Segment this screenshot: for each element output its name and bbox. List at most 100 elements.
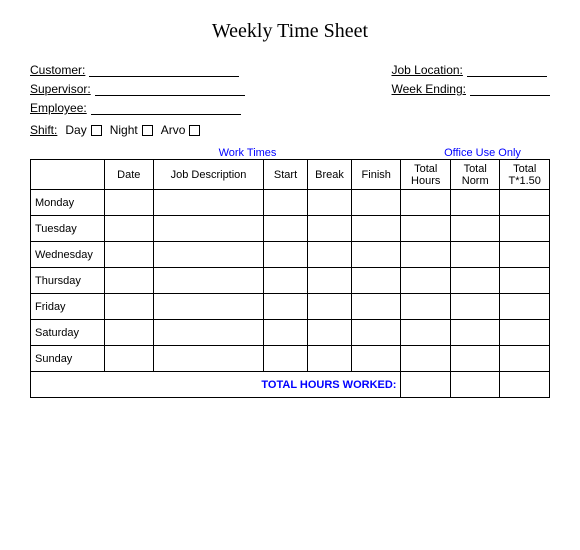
data-cell[interactable]	[351, 320, 400, 346]
data-cell[interactable]	[500, 320, 550, 346]
data-cell[interactable]	[104, 190, 153, 216]
total-value-cell[interactable]	[450, 372, 499, 398]
data-cell[interactable]	[450, 294, 499, 320]
total-value-cell[interactable]	[401, 372, 450, 398]
data-cell[interactable]	[264, 268, 308, 294]
data-cell[interactable]	[104, 242, 153, 268]
data-cell[interactable]	[401, 216, 450, 242]
data-cell[interactable]	[500, 294, 550, 320]
data-cell[interactable]	[500, 190, 550, 216]
shift-arvo-label: Arvo	[161, 123, 186, 137]
customer-row: Customer:	[30, 63, 245, 77]
data-cell[interactable]	[351, 268, 400, 294]
employee-row: Employee:	[30, 101, 245, 115]
day-cell-monday: Monday	[31, 190, 105, 216]
data-cell[interactable]	[104, 346, 153, 372]
data-cell[interactable]	[264, 294, 308, 320]
data-cell[interactable]	[401, 190, 450, 216]
data-cell[interactable]	[450, 242, 499, 268]
data-cell[interactable]	[264, 190, 308, 216]
data-cell[interactable]	[308, 242, 352, 268]
data-cell[interactable]	[308, 216, 352, 242]
data-cell[interactable]	[450, 216, 499, 242]
data-cell[interactable]	[154, 216, 264, 242]
job-location-label: Job Location:	[392, 63, 463, 77]
total-row: TOTAL HOURS WORKED:	[31, 372, 550, 398]
data-cell[interactable]	[154, 268, 264, 294]
shift-row: Shift: Day Night Arvo	[30, 123, 245, 137]
shift-arvo-checkbox[interactable]	[189, 125, 200, 136]
data-cell[interactable]	[351, 346, 400, 372]
data-cell[interactable]	[308, 190, 352, 216]
shift-day-checkbox[interactable]	[91, 125, 102, 136]
table-row: Wednesday	[31, 242, 550, 268]
week-ending-row: Week Ending:	[392, 82, 551, 96]
col-finish: Finish	[351, 160, 400, 190]
week-ending-label: Week Ending:	[392, 82, 467, 96]
data-cell[interactable]	[308, 320, 352, 346]
table-row: Thursday	[31, 268, 550, 294]
data-cell[interactable]	[154, 346, 264, 372]
work-times-header: Work Times	[30, 147, 415, 159]
data-cell[interactable]	[500, 242, 550, 268]
data-cell[interactable]	[450, 320, 499, 346]
data-cell[interactable]	[351, 190, 400, 216]
col-job-desc: Job Description	[154, 160, 264, 190]
shift-day-label: Day	[65, 123, 86, 137]
timesheet-table: Date Job Description Start Break Finish …	[30, 159, 550, 398]
data-cell[interactable]	[154, 190, 264, 216]
col-day	[31, 160, 105, 190]
form-section: Customer: Supervisor: Employee: Shift: D…	[30, 63, 550, 137]
supervisor-input-line	[95, 82, 245, 96]
col-total-t150: Total T*1.50	[500, 160, 550, 190]
data-cell[interactable]	[104, 294, 153, 320]
col-total-norm: Total Norm	[450, 160, 499, 190]
data-cell[interactable]	[500, 346, 550, 372]
data-cell[interactable]	[264, 216, 308, 242]
col-date: Date	[104, 160, 153, 190]
table-container: Work Times Office Use Only Date Job Desc…	[30, 147, 550, 398]
data-cell[interactable]	[401, 346, 450, 372]
data-cell[interactable]	[264, 346, 308, 372]
customer-label: Customer:	[30, 63, 85, 77]
data-cell[interactable]	[154, 242, 264, 268]
employee-input-line	[91, 101, 241, 115]
data-cell[interactable]	[308, 346, 352, 372]
data-cell[interactable]	[500, 216, 550, 242]
form-left: Customer: Supervisor: Employee: Shift: D…	[30, 63, 245, 137]
data-cell[interactable]	[450, 268, 499, 294]
table-row: Saturday	[31, 320, 550, 346]
data-cell[interactable]	[401, 242, 450, 268]
data-cell[interactable]	[401, 268, 450, 294]
data-cell[interactable]	[154, 294, 264, 320]
data-cell[interactable]	[401, 320, 450, 346]
data-cell[interactable]	[450, 346, 499, 372]
data-cell[interactable]	[264, 242, 308, 268]
table-row: Tuesday	[31, 216, 550, 242]
data-cell[interactable]	[264, 320, 308, 346]
supervisor-row: Supervisor:	[30, 82, 245, 96]
data-cell[interactable]	[351, 216, 400, 242]
table-row: Monday	[31, 190, 550, 216]
day-cell-thursday: Thursday	[31, 268, 105, 294]
data-cell[interactable]	[104, 216, 153, 242]
data-cell[interactable]	[351, 294, 400, 320]
table-row: Sunday	[31, 346, 550, 372]
data-cell[interactable]	[308, 268, 352, 294]
shift-night-checkbox[interactable]	[142, 125, 153, 136]
data-cell[interactable]	[308, 294, 352, 320]
col-start: Start	[264, 160, 308, 190]
data-cell[interactable]	[154, 320, 264, 346]
table-row: Friday	[31, 294, 550, 320]
data-cell[interactable]	[351, 242, 400, 268]
data-cell[interactable]	[104, 320, 153, 346]
data-cell[interactable]	[450, 190, 499, 216]
shift-label: Shift:	[30, 123, 57, 137]
form-right: Job Location: Week Ending:	[392, 63, 551, 137]
data-cell[interactable]	[500, 268, 550, 294]
day-cell-tuesday: Tuesday	[31, 216, 105, 242]
section-headers: Work Times Office Use Only	[30, 147, 550, 159]
data-cell[interactable]	[401, 294, 450, 320]
data-cell[interactable]	[104, 268, 153, 294]
total-value-cell[interactable]	[500, 372, 550, 398]
